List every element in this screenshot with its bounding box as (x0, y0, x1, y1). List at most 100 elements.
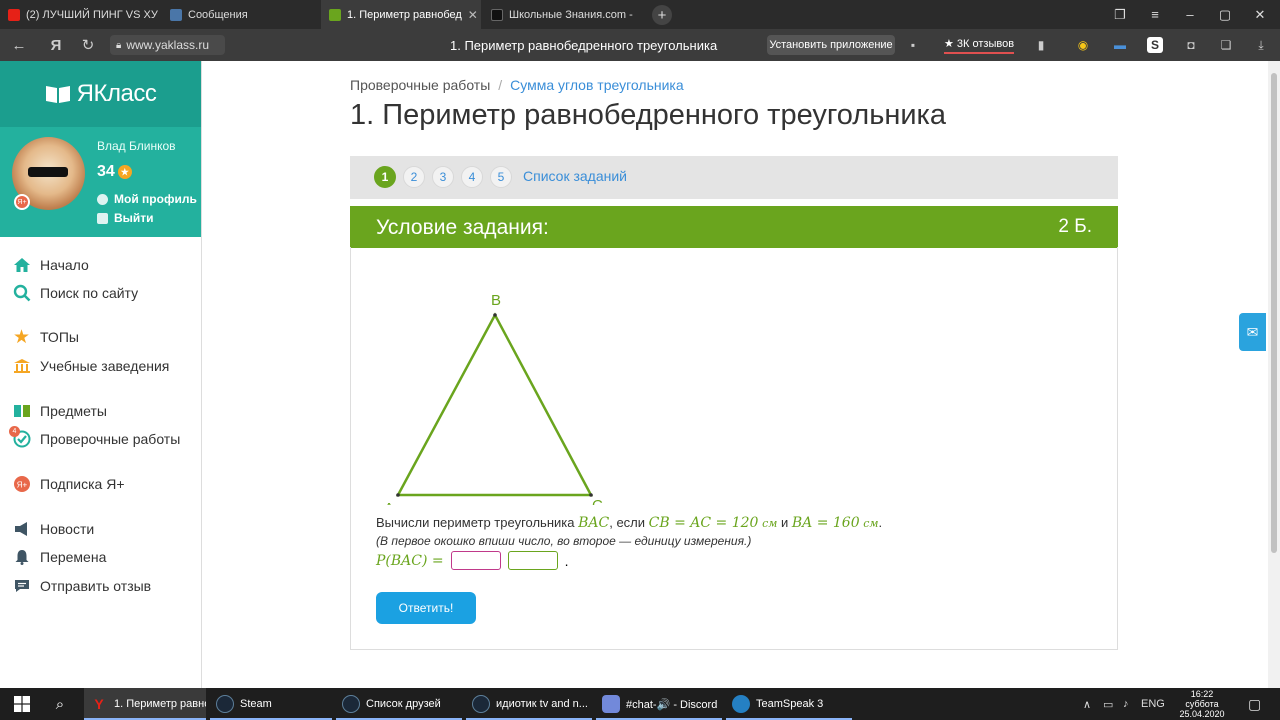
taskbar-item[interactable]: Y 1. Периметр равно... (84, 688, 206, 720)
install-app-button[interactable]: Установить приложение (767, 35, 895, 55)
tray-chevron-icon[interactable]: ∧ (1083, 688, 1091, 720)
notifications-icon[interactable]: ▢ (1248, 688, 1261, 720)
clock-time: 16:22 (1190, 689, 1214, 699)
page-button[interactable]: 5 (490, 166, 512, 188)
hamburger-menu-icon[interactable]: ≡ (1138, 0, 1172, 29)
bookmark-icon[interactable]: ▮ (1033, 37, 1049, 53)
tab-label: Школьные Знания.com - (509, 8, 633, 21)
logo[interactable]: ЯКласс (0, 61, 201, 127)
logo-text: ЯКласс (76, 80, 157, 107)
question-mid: , если (609, 515, 649, 530)
question-hint: (В первое окошко впиши число, во второе … (376, 534, 752, 548)
tray-volume-icon[interactable]: ♪ (1123, 688, 1129, 720)
sidebar: ЯКласс Я+ Влад Блинков 34 ★ Мой профиль … (0, 61, 202, 688)
start-button[interactable] (4, 688, 40, 720)
taskbar-item[interactable]: #chat-🔊 - Discord (596, 688, 722, 720)
close-icon[interactable]: ✕ (468, 8, 478, 22)
page-button[interactable]: 3 (432, 166, 454, 188)
sidebar-item-label: Предметы (40, 403, 107, 419)
sidebar-item-tests[interactable]: 4 Проверочные работы (9, 425, 180, 450)
taskbar-item[interactable]: Steam (210, 688, 332, 720)
user-points: 34 ★ (97, 163, 132, 181)
browser-tab[interactable]: Школьные Знания.com - (483, 0, 643, 29)
tabs-menu-icon[interactable]: ❐ (1103, 0, 1137, 29)
taskbar-item[interactable]: TeamSpeak 3 (726, 688, 852, 720)
answer-number-input[interactable] (450, 551, 501, 570)
language-indicator[interactable]: ENG (1141, 688, 1165, 720)
reviews-button[interactable]: ★ 3К отзывов (944, 34, 1015, 54)
tab-label: Сообщения (188, 8, 248, 21)
page-button[interactable]: 2 (403, 166, 425, 188)
page-button[interactable]: 4 (461, 166, 483, 188)
feedback-icon (12, 577, 31, 596)
sidebar-item-search[interactable]: Поиск по сайту (12, 282, 138, 304)
new-tab-button[interactable]: + (652, 5, 672, 25)
mail-feedback-icon[interactable]: ✉ (1239, 313, 1266, 351)
breadcrumb-separator: / (498, 77, 503, 93)
scrollbar[interactable] (1268, 61, 1280, 688)
extension-icon[interactable]: S (1147, 37, 1163, 53)
taskbar-item-label: Steam (240, 698, 272, 710)
extension-icon[interactable]: ◉ (1075, 37, 1091, 53)
url-field[interactable]: 🔒︎ www.yaklass.ru (110, 35, 225, 55)
sidebar-item-label: Подписка Я+ (40, 476, 125, 492)
tray-network-icon[interactable]: ▭ (1103, 688, 1113, 720)
math-unit-1: см (762, 517, 778, 530)
profile-card: Я+ Влад Блинков 34 ★ Мой профиль Выйти (0, 127, 201, 237)
yandex-icon[interactable]: Я (42, 29, 70, 61)
math-condition-1: CB = AC = 120 (648, 515, 759, 531)
taskbar-item[interactable]: Список друзей (336, 688, 462, 720)
breadcrumb-current[interactable]: Сумма углов треугольника (510, 77, 683, 93)
task-list-link[interactable]: Список заданий (523, 168, 627, 184)
my-profile-link[interactable]: Мой профиль (97, 192, 197, 206)
question-end: . (878, 515, 883, 530)
address-bar: ← Я ↻ 🔒︎ www.yaklass.ru 1. Периметр равн… (0, 29, 1280, 61)
sidebar-item-subjects[interactable]: Предметы (12, 400, 107, 422)
back-arrow-icon[interactable]: ← (5, 29, 33, 61)
condition-title: Условие задания: (376, 216, 549, 239)
yandex-browser-icon: Y (94, 696, 104, 712)
breadcrumb: Проверочные работы / Сумма углов треугол… (350, 77, 684, 93)
sidebar-item-label: Перемена (40, 549, 107, 565)
extension-icon[interactable]: ▬ (1112, 37, 1128, 53)
sidebar-item-subscription[interactable]: Я+ Подписка Я+ (12, 473, 125, 495)
sidebar-item-home[interactable]: Начало (12, 254, 89, 276)
breadcrumb-root[interactable]: Проверочные работы (350, 77, 490, 93)
answer-unit-input[interactable] (507, 551, 558, 570)
chat-icon[interactable]: ▪ (905, 37, 921, 53)
page-button[interactable]: 1 (374, 166, 396, 188)
browser-tab-active[interactable]: 1. Периметр равнобед ✕ (321, 0, 481, 29)
sidebar-item-feedback[interactable]: Отправить отзыв (12, 575, 151, 597)
window-close-icon[interactable]: ✕ (1243, 0, 1277, 29)
taskbar-item[interactable]: идиотик tv and n... (466, 688, 592, 720)
browser-tab-strip: (2) ЛУЧШИЙ ПИНГ VS ХУ Сообщения 1. Перим… (0, 0, 1280, 29)
logout-link[interactable]: Выйти (97, 211, 154, 225)
sidebar-item-tops[interactable]: ★ ТОПы (12, 326, 79, 348)
star-icon: ★ (117, 165, 132, 179)
browser-tab[interactable]: Сообщения (162, 0, 317, 29)
sidebar-item-schools[interactable]: Учебные заведения (12, 355, 169, 377)
user-icon (97, 193, 108, 205)
download-icon[interactable]: ⤓ (1253, 37, 1269, 53)
shield-icon[interactable]: ◘ (1183, 37, 1199, 53)
yaplus-badge: Я+ (14, 194, 30, 210)
search-icon[interactable]: ⌕ (42, 688, 78, 720)
question-and: и (777, 515, 792, 530)
math-unit-2: см (863, 517, 879, 530)
browser-tab[interactable]: (2) ЛУЧШИЙ ПИНГ VS ХУ (0, 0, 160, 29)
minimize-icon[interactable]: – (1173, 0, 1207, 29)
tests-count-badge: 4 (9, 425, 20, 437)
maximize-icon[interactable]: ▢ (1208, 0, 1242, 29)
scrollbar-thumb[interactable] (1271, 73, 1277, 553)
vertex-label-c: C (592, 497, 603, 505)
vertex-label-a: A (384, 500, 394, 505)
sidebar-item-break[interactable]: Перемена (12, 546, 106, 568)
collections-icon[interactable]: ❏ (1218, 37, 1234, 53)
steam-icon (342, 695, 360, 713)
sidebar-item-label: Отправить отзыв (40, 578, 152, 594)
submit-answer-button[interactable]: Ответить! (376, 592, 476, 624)
reload-icon[interactable]: ↻ (74, 29, 102, 61)
star-icon: ★ (12, 326, 31, 348)
sidebar-item-news[interactable]: Новости (12, 518, 94, 540)
clock[interactable]: 16:22 суббота 25.04.2020 (1172, 689, 1232, 719)
